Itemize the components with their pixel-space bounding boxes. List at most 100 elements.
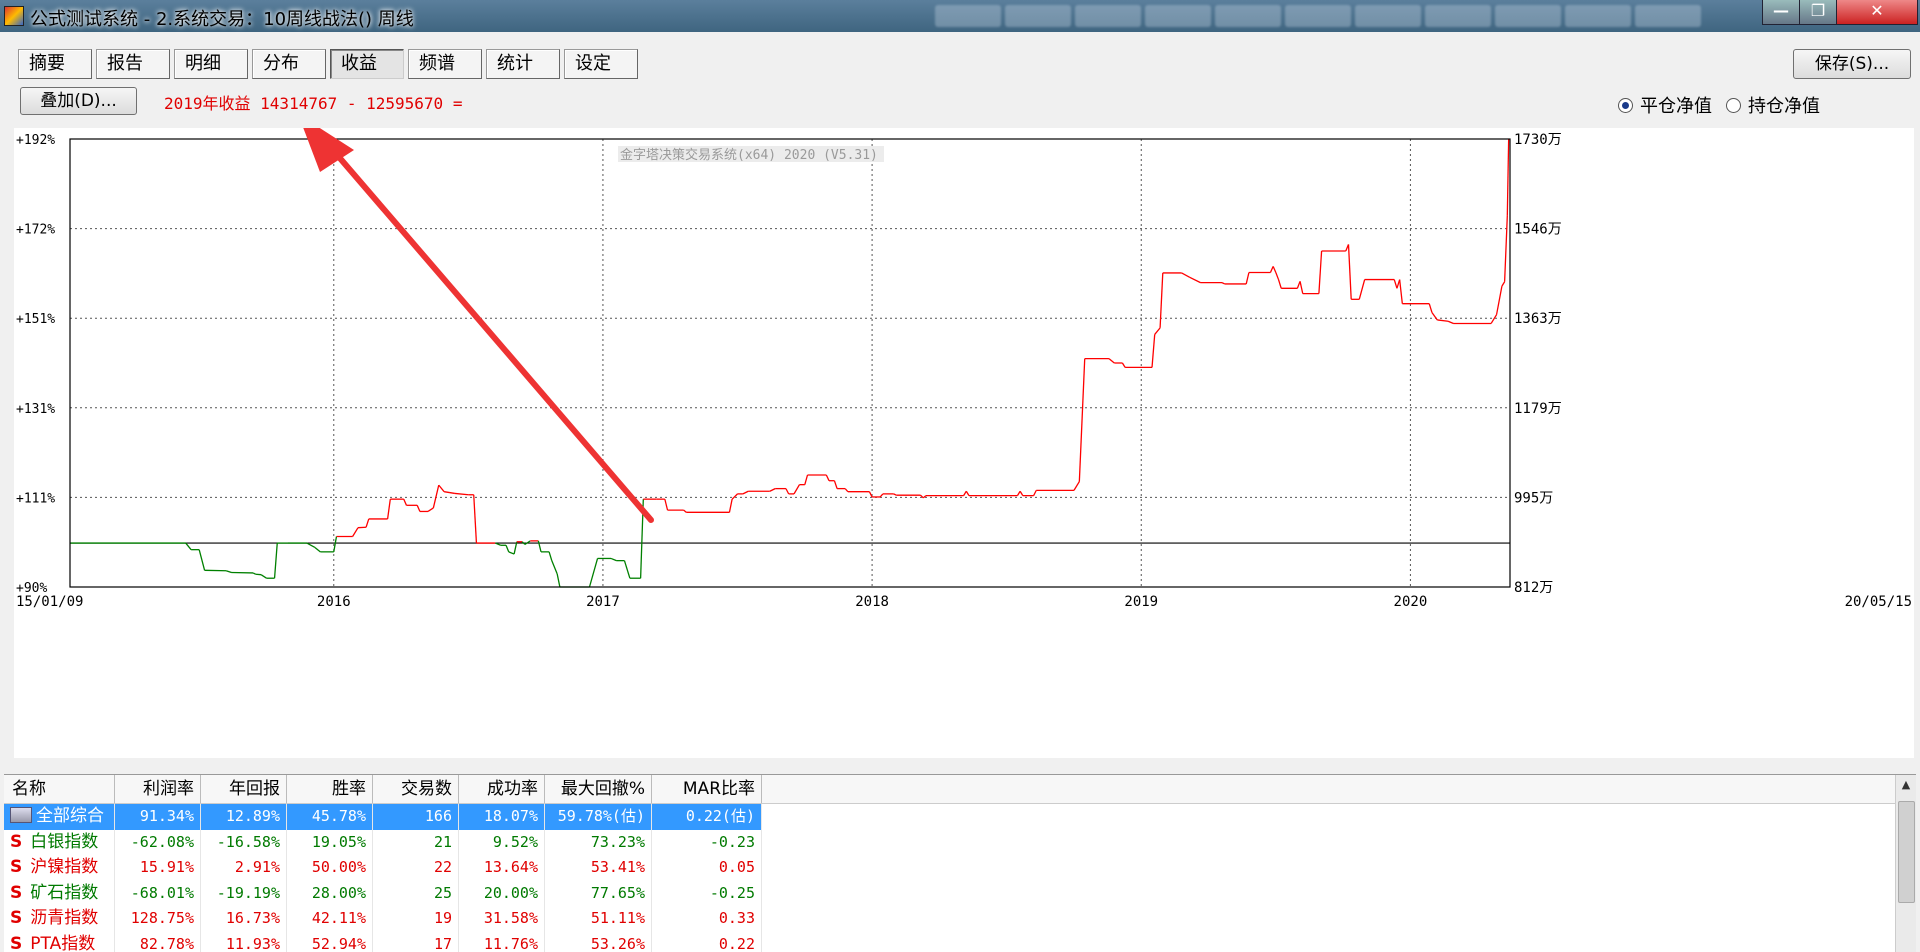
symbol-s-icon: S (10, 908, 22, 928)
equity-segment (826, 475, 829, 481)
equity-segment (732, 494, 737, 499)
equity-segment (684, 510, 687, 512)
equity-segment (1109, 359, 1114, 363)
equity-segment (353, 528, 358, 537)
equity-segment (474, 495, 477, 543)
equity-segment (729, 499, 732, 512)
tab-summary[interactable]: 摘要 (18, 49, 92, 79)
y-left-tick-label: +192% (16, 133, 55, 148)
table-cell: 20.00% (459, 881, 545, 907)
table-cell: 16.73% (201, 906, 287, 932)
minimize-icon[interactable]: — (1762, 0, 1800, 25)
equity-segment (894, 494, 897, 495)
table-cell: 31.58% (459, 906, 545, 932)
y-right-tick-label: 1730万 (1514, 132, 1562, 148)
table-row[interactable]: S沪镍指数15.91%2.91%50.00%2213.64%53.41%0.05 (4, 855, 1916, 881)
equity-segment (1222, 283, 1225, 284)
table-row[interactable]: S白银指数-62.08%-16.58%19.05%219.52%73.23%-0… (4, 830, 1916, 856)
table-cell: -0.25 (652, 881, 762, 907)
equity-segment (1020, 491, 1023, 495)
equity-segment (770, 489, 775, 492)
table-cell: 15.91% (115, 855, 201, 881)
equity-segment (275, 543, 278, 578)
radio-close-net-value-label[interactable]: 平仓净值 (1640, 92, 1712, 118)
table-scrollbar[interactable]: ▲ (1895, 775, 1916, 952)
column-header[interactable]: 交易数 (373, 775, 459, 803)
equity-segment (834, 481, 837, 489)
equity-segment (455, 493, 468, 494)
column-header[interactable]: 名称 (4, 775, 115, 803)
equity-segment (1394, 280, 1397, 289)
scroll-up-icon[interactable]: ▲ (1896, 775, 1916, 795)
equity-segment (880, 494, 883, 497)
column-header[interactable]: 年回报 (201, 775, 287, 803)
table-row[interactable]: 全部综合91.34%12.89%45.78%16618.07%59.78%(估)… (4, 804, 1916, 830)
x-tick-label: 2017 (586, 594, 620, 610)
column-header[interactable]: 胜率 (287, 775, 373, 803)
results-table[interactable]: 名称利润率年回报胜率交易数成功率最大回撤%MAR比率 全部综合91.34%12.… (4, 774, 1916, 952)
table-row[interactable]: S沥青指数128.75%16.73%42.11%1931.58%51.11%0.… (4, 906, 1916, 932)
column-header[interactable]: 利润率 (115, 775, 201, 803)
equity-segment (1502, 282, 1505, 286)
table-cell: 73.23% (545, 830, 652, 856)
tab-distribution[interactable]: 分布 (252, 49, 326, 79)
row-name-text: 全部综合 (36, 806, 104, 826)
radio-position-net-value-label[interactable]: 持仓净值 (1748, 92, 1820, 118)
chart-watermark: 金字塔决策交易系统(x64) 2020 (V5.31) (620, 147, 878, 163)
tab-statistics[interactable]: 统计 (486, 49, 560, 79)
tab-spectrum[interactable]: 频谱 (408, 49, 482, 79)
x-tick-label: 2016 (317, 594, 351, 610)
table-row[interactable]: S矿石指数-68.01%-19.19%28.00%2520.00%77.65%-… (4, 881, 1916, 907)
save-button[interactable]: 保存(S)... (1793, 49, 1911, 79)
equity-segment (1079, 359, 1084, 482)
table-cell: 52.94% (287, 932, 373, 952)
folder-icon (10, 807, 32, 823)
table-body: 全部综合91.34%12.89%45.78%16618.07%59.78%(估)… (4, 804, 1916, 952)
column-header[interactable]: MAR比率 (652, 775, 762, 803)
equity-segment (1152, 334, 1155, 367)
tab-returns[interactable]: 收益 (330, 49, 404, 79)
x-tick-label: 20/05/15 (1845, 594, 1912, 610)
equity-segment (1034, 490, 1037, 495)
window-title: 公式测试系统 - 2.系统交易：10周线战法() 周线 (30, 5, 414, 31)
table-cell: 53.41% (545, 855, 652, 881)
annotation-arrow-shaft (314, 128, 651, 520)
close-icon[interactable]: ✕ (1836, 0, 1918, 25)
table-cell: 9.52% (459, 830, 545, 856)
table-row[interactable]: SPTA指数82.78%11.93%52.94%1711.76%53.26%0.… (4, 932, 1916, 952)
overlay-button[interactable]: 叠加(D)... (20, 87, 137, 115)
equity-segment (1497, 286, 1502, 315)
returns-chart[interactable]: 金字塔决策交易系统(x64) 2020 (V5.31)+192%+172%+15… (14, 128, 1914, 758)
tab-detail[interactable]: 明细 (174, 49, 248, 79)
equity-segment (253, 573, 256, 574)
maximize-icon[interactable]: ❐ (1799, 0, 1837, 25)
radio-close-net-value[interactable] (1618, 98, 1633, 113)
table-cell: 77.65% (545, 881, 652, 907)
tab-report[interactable]: 报告 (96, 49, 170, 79)
equity-segment (966, 491, 969, 495)
returns-chart-svg: 金字塔决策交易系统(x64) 2020 (V5.31)+192%+172%+15… (14, 128, 1914, 758)
equity-segment (315, 547, 320, 551)
symbol-s-icon: S (10, 883, 22, 903)
table-cell: 18.07% (459, 804, 545, 830)
y-right-tick-label: 995万 (1514, 490, 1553, 506)
radio-position-net-value[interactable] (1726, 98, 1741, 113)
column-header[interactable]: 成功率 (459, 775, 545, 803)
blurred-toolbar (935, 5, 1701, 27)
scroll-thumb[interactable] (1898, 801, 1915, 903)
tab-settings[interactable]: 设定 (564, 49, 638, 79)
equity-segment (964, 491, 967, 495)
equity-segment (589, 558, 597, 587)
table-cell: 59.78%(估) (545, 804, 652, 830)
title-bar: 公式测试系统 - 2.系统交易：10周线战法() 周线 — ❐ ✕ (0, 0, 1920, 32)
row-name-text: 白银指数 (30, 832, 98, 852)
table-cell: 28.00% (287, 881, 373, 907)
equity-segment (261, 575, 266, 579)
equity-segment (366, 519, 369, 527)
table-cell: -16.58% (201, 830, 287, 856)
table-cell: 128.75% (115, 906, 201, 932)
x-tick-label: 2018 (855, 594, 889, 610)
column-header[interactable]: 最大回撤% (545, 775, 652, 803)
y-right-tick-label: 1179万 (1514, 401, 1562, 417)
equity-segment (786, 489, 789, 494)
